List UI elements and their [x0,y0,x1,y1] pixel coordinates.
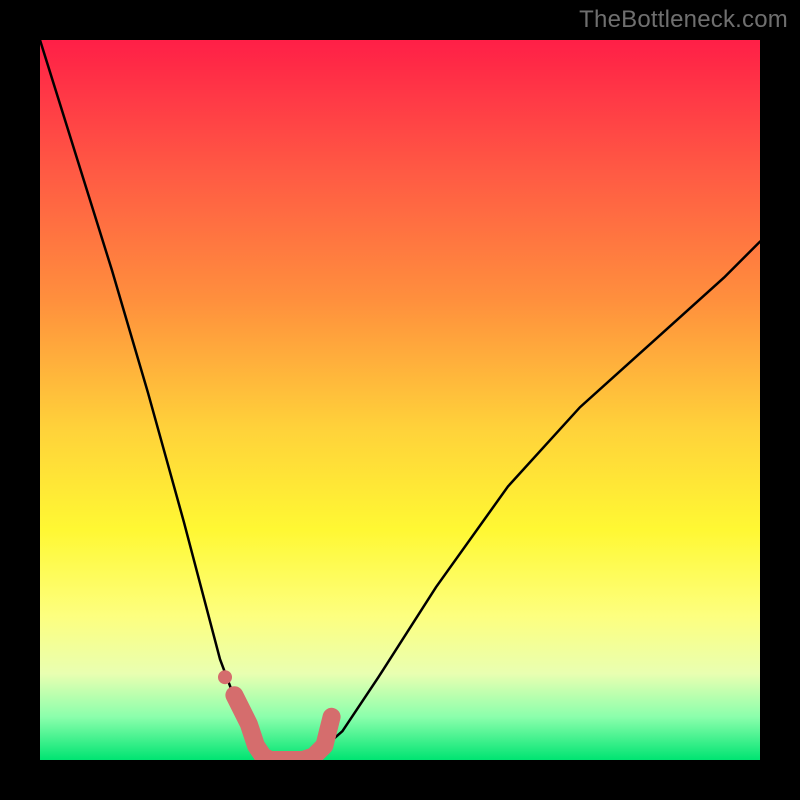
watermark-text: TheBottleneck.com [579,6,788,34]
highlight-dot [218,670,232,684]
bottleneck-curve [40,40,760,760]
chart-frame: TheBottleneck.com [0,0,800,800]
chart-overlay [40,40,760,760]
plot-area [40,40,760,760]
highlight-band-path [234,695,331,760]
highlight-markers [218,670,332,760]
